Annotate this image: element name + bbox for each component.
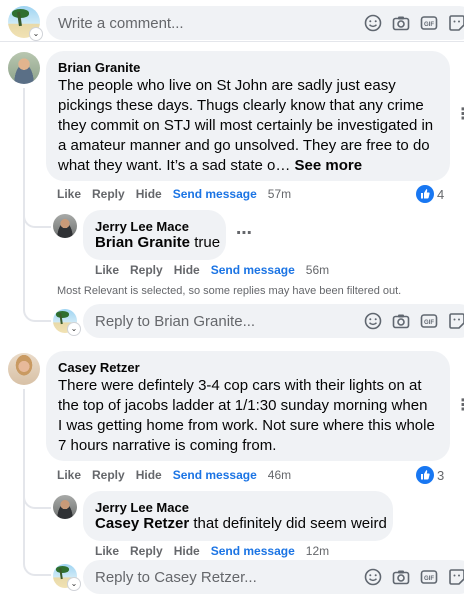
reply-text: Brian Granite true <box>95 233 220 253</box>
thread-connector <box>23 482 51 509</box>
reaction-count[interactable]: 4 <box>437 187 444 202</box>
like-button[interactable]: Like <box>57 187 81 201</box>
like-button[interactable]: Like <box>95 544 119 558</box>
reply-bubble: Jerry Lee Mace Brian Granite true <box>83 210 226 260</box>
reply-body: that definitely did seem weird <box>189 515 387 532</box>
svg-text:GIF: GIF <box>424 22 434 28</box>
like-button[interactable]: Like <box>57 468 81 482</box>
reaction-count[interactable]: 3 <box>437 468 444 483</box>
thread-connector <box>23 296 51 322</box>
comment-line: the top of jacobs ladder at 1/1:30 sunda… <box>58 397 428 414</box>
comment-actions: Like Reply Hide Send message 46m <box>57 468 302 482</box>
reply-button[interactable]: Reply <box>130 263 163 277</box>
smiley-icon[interactable] <box>364 14 382 32</box>
reply-actions: Like Reply Hide Send message 12m <box>95 544 340 558</box>
comment-line: what they want. It’s a sad state o… <box>58 157 291 174</box>
mention-link[interactable]: Casey Retzer <box>95 515 189 532</box>
comment-line: The people who live on St John are sadly… <box>58 77 396 94</box>
thread-connector <box>23 558 51 576</box>
send-message-button[interactable]: Send message <box>173 187 257 201</box>
reply-body: true <box>190 234 221 251</box>
divider <box>0 41 464 42</box>
chevron-down-icon[interactable]: ⌄ <box>68 578 80 590</box>
hide-button[interactable]: Hide <box>174 544 200 558</box>
hide-button[interactable]: Hide <box>136 468 162 482</box>
send-message-button[interactable]: Send message <box>173 468 257 482</box>
more-dots-icon[interactable]: ⋮ <box>455 104 464 124</box>
comment-line: There were defintely 3-4 cop cars with t… <box>58 377 422 394</box>
reply-author[interactable]: Jerry Lee Mace <box>95 500 189 515</box>
reply-bubble: Jerry Lee Mace Casey Retzer that definit… <box>83 491 393 541</box>
hide-button[interactable]: Hide <box>174 263 200 277</box>
like-thumb-icon[interactable] <box>416 466 434 484</box>
commenter-avatar[interactable] <box>8 52 40 84</box>
hide-button[interactable]: Hide <box>136 187 162 201</box>
reply-input[interactable]: Reply to Casey Retzer... GIF <box>83 560 464 594</box>
see-more-link[interactable]: See more <box>295 157 363 174</box>
reply-button[interactable]: Reply <box>130 544 163 558</box>
timestamp[interactable]: 12m <box>306 544 329 558</box>
reply-input-placeholder: Reply to Brian Granite... <box>95 313 256 330</box>
comment-line: I was getting home from work. Not sure w… <box>58 417 435 434</box>
reply-input-placeholder: Reply to Casey Retzer... <box>95 569 257 586</box>
reply-text: Casey Retzer that definitely did seem we… <box>95 514 387 534</box>
comment-line: pickings these days. Thugs clearly know … <box>58 97 424 114</box>
replier-avatar[interactable] <box>53 495 77 519</box>
comment-bubble: Brian Granite The people who live on St … <box>46 51 450 181</box>
chevron-down-icon[interactable]: ⌄ <box>68 323 80 335</box>
reply-author[interactable]: Jerry Lee Mace <box>95 219 189 234</box>
sticker-icon[interactable] <box>448 568 464 586</box>
comment-author[interactable]: Casey Retzer <box>58 360 140 375</box>
more-dots-icon[interactable]: ⋯ <box>236 223 252 243</box>
smiley-icon[interactable] <box>364 568 382 586</box>
gif-icon[interactable]: GIF <box>420 568 438 586</box>
timestamp[interactable]: 56m <box>306 263 329 277</box>
timestamp[interactable]: 46m <box>268 468 291 482</box>
camera-icon[interactable] <box>392 14 410 32</box>
gif-icon[interactable]: GIF <box>420 14 438 32</box>
sticker-icon[interactable] <box>448 312 464 330</box>
send-message-button[interactable]: Send message <box>211 263 295 277</box>
comment-line-last: what they want. It’s a sad state o… See … <box>58 156 446 176</box>
filter-note: Most Relevant is selected, so some repli… <box>57 285 402 297</box>
comment-line: a amateur manner and go unsolved. They a… <box>58 137 430 154</box>
reply-input[interactable]: Reply to Brian Granite... GIF <box>83 304 464 338</box>
comment-actions: Like Reply Hide Send message 57m <box>57 187 302 201</box>
replier-avatar[interactable] <box>53 214 77 238</box>
reply-button[interactable]: Reply <box>92 187 125 201</box>
camera-icon[interactable] <box>392 568 410 586</box>
sticker-icon[interactable] <box>448 14 464 32</box>
comment-line: 7 hours narrative is coming from. <box>58 437 277 454</box>
smiley-icon[interactable] <box>364 312 382 330</box>
thread-connector <box>23 200 51 228</box>
thread-line <box>23 88 25 298</box>
svg-text:GIF: GIF <box>424 576 434 582</box>
comment-input[interactable]: Write a comment... GIF <box>46 6 464 40</box>
like-button[interactable]: Like <box>95 263 119 277</box>
camera-icon[interactable] <box>392 312 410 330</box>
chevron-down-icon[interactable]: ⌄ <box>30 28 42 40</box>
reply-actions: Like Reply Hide Send message 56m <box>95 263 340 277</box>
commenter-avatar[interactable] <box>8 353 40 385</box>
comment-text: There were defintely 3-4 cop cars with t… <box>58 376 446 456</box>
comment-input-placeholder: Write a comment... <box>58 15 184 32</box>
comment-bubble: Casey Retzer There were defintely 3-4 co… <box>46 351 450 461</box>
like-thumb-icon[interactable] <box>416 185 434 203</box>
comment-text: The people who live on St John are sadly… <box>58 76 446 176</box>
mention-link[interactable]: Brian Granite <box>95 234 190 251</box>
more-dots-icon[interactable]: ⋮ <box>455 395 464 415</box>
comment-line: they commit on STJ will most certainly b… <box>58 117 434 134</box>
comment-author[interactable]: Brian Granite <box>58 60 140 75</box>
send-message-button[interactable]: Send message <box>211 544 295 558</box>
thread-line <box>23 389 25 564</box>
reply-button[interactable]: Reply <box>92 468 125 482</box>
timestamp[interactable]: 57m <box>268 187 291 201</box>
gif-icon[interactable]: GIF <box>420 312 438 330</box>
svg-text:GIF: GIF <box>424 320 434 326</box>
